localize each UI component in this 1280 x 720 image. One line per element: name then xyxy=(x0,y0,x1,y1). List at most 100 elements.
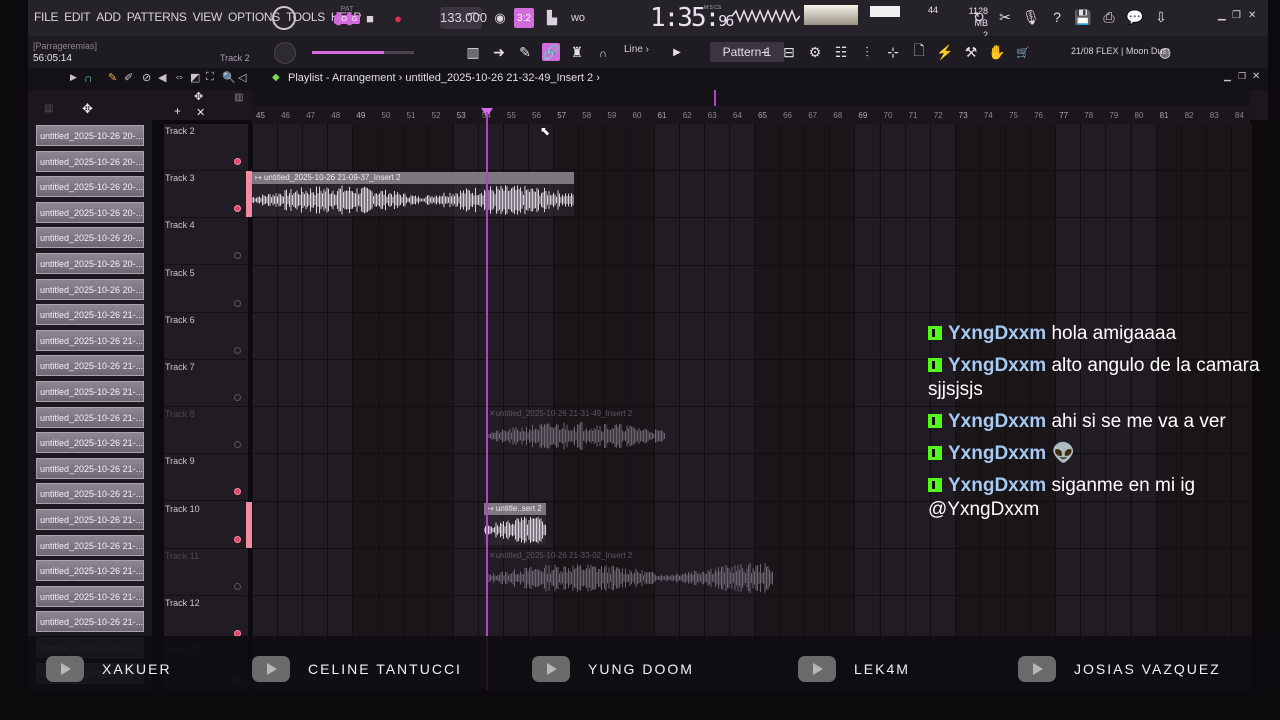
zoom-tool-icon[interactable]: 🔍 xyxy=(222,71,236,84)
maximize-icon[interactable]: ❐ xyxy=(1232,10,1241,21)
add-pattern-icon[interactable]: + xyxy=(756,43,774,61)
download-icon[interactable]: ⇩ xyxy=(1152,8,1170,26)
select-tool-icon[interactable]: ⛶ xyxy=(206,71,214,84)
cart-icon[interactable]: 🛒 xyxy=(1014,43,1032,61)
metronome-icon[interactable]: ⌒ xyxy=(464,8,484,28)
play-arrow-icon[interactable]: ◆ xyxy=(272,72,280,83)
track-enable-icon[interactable] xyxy=(234,535,241,543)
audio-clip[interactable]: ✕untitled_2025-10-26 21-33-02_Insert 2 xyxy=(486,550,774,594)
piano-icon[interactable]: ▥ xyxy=(464,43,482,61)
close-icon[interactable]: ✕ xyxy=(1248,10,1256,21)
add-track-icon[interactable]: + xyxy=(174,104,181,118)
piano-roll-icon[interactable]: ▥ xyxy=(44,103,53,114)
magnet-snap-icon[interactable]: ∩ xyxy=(84,71,93,85)
pencil-icon[interactable]: ✎ xyxy=(516,43,534,61)
track-header[interactable]: Track 11 xyxy=(164,549,246,596)
picker-clip-item[interactable]: untitled_2025-10-26 20-... xyxy=(36,253,144,274)
track-header[interactable]: Track 9 xyxy=(164,454,246,502)
wait-input-icon[interactable]: ◉ xyxy=(490,8,510,28)
track-enable-icon[interactable] xyxy=(234,582,241,590)
track-enable-icon[interactable] xyxy=(234,346,241,354)
brush-tool-icon[interactable]: ✐ xyxy=(124,71,133,84)
menu-view[interactable]: VIEW xyxy=(193,10,223,24)
picker-clip-item[interactable]: untitled_2025-10-26 20-... xyxy=(36,278,144,300)
playlist-overview[interactable] xyxy=(252,90,1250,106)
picker-clip-item[interactable]: untitled_2025-10-26 21-... xyxy=(36,432,144,454)
picker-clip-item[interactable]: untitled_2025-10-26 20-... xyxy=(36,125,144,146)
picker-clip-item[interactable]: untitled_2025-10-26 21-... xyxy=(36,560,144,582)
track-enable-icon[interactable] xyxy=(234,299,241,307)
picker-clip-item[interactable]: untitled_2025-10-26 21-... xyxy=(36,585,144,607)
link-icon[interactable]: 🔗 xyxy=(542,43,560,61)
menu-edit[interactable]: EDIT xyxy=(64,10,90,24)
track-header[interactable]: Track 4 xyxy=(164,218,246,266)
picker-clip-item[interactable]: untitled_2025-10-26 21-... xyxy=(36,509,144,530)
playlist-minimize-icon[interactable]: ▁ xyxy=(1224,71,1231,82)
track-enable-icon[interactable] xyxy=(234,252,241,260)
picker-clip-item[interactable]: untitled_2025-10-26 21-... xyxy=(36,611,144,633)
track-enable-icon[interactable] xyxy=(234,394,241,401)
wrench-icon[interactable]: ⚒ xyxy=(962,43,980,61)
delete-tool-icon[interactable]: ⊘ xyxy=(142,71,151,84)
playlist-maximize-icon[interactable]: ❐ xyxy=(1238,71,1246,82)
play-pattern-icon[interactable]: ▶ xyxy=(668,43,686,61)
menu-file[interactable]: FILE xyxy=(34,10,58,24)
master-pitch-slider[interactable] xyxy=(312,51,384,54)
track-header[interactable]: Track 2 xyxy=(164,124,246,171)
stamp-icon[interactable]: ♜ xyxy=(568,43,586,61)
mixer-icon[interactable]: ⊟ xyxy=(780,43,798,61)
slip-tool-icon[interactable]: ⇔ xyxy=(174,71,185,83)
file-icon[interactable]: 🗋 xyxy=(910,42,928,61)
pause-icon[interactable]: ❚❚ xyxy=(333,8,355,28)
picker-clip-item[interactable]: untitled_2025-10-26 21-... xyxy=(36,329,144,351)
chat-icon[interactable]: 💬 xyxy=(1126,8,1144,26)
audio-clip[interactable]: ↦ untitled_2025-10-26 21-09-37_Insert 2 xyxy=(252,172,574,216)
playhead[interactable] xyxy=(486,112,488,690)
record-icon[interactable]: ● xyxy=(388,8,408,28)
playlist-close-icon[interactable]: ✕ xyxy=(1252,71,1260,82)
picker-clip-item[interactable]: untitled_2025-10-26 21-... xyxy=(36,406,144,428)
picker-clip-item[interactable]: untitled_2025-10-26 21-... xyxy=(36,534,144,556)
blend-notes-icon[interactable]: wᴏ xyxy=(568,8,588,28)
picker-clip-item[interactable]: untitled_2025-10-26 20-... xyxy=(36,150,144,172)
picker-clip-item[interactable]: untitled_2025-10-26 20-... xyxy=(36,176,144,198)
menu-patterns[interactable]: PATTERNS xyxy=(127,10,187,24)
timeline-ruler[interactable]: 4546474849505152535455565758596061626364… xyxy=(252,108,1250,124)
move-icon[interactable]: ✥ xyxy=(82,101,93,117)
track-enable-icon[interactable] xyxy=(234,205,241,213)
pencil-tool-icon[interactable]: ✎ xyxy=(108,71,117,84)
save-icon[interactable]: 💾 xyxy=(1074,8,1092,26)
track-header[interactable]: Track 8 xyxy=(164,407,246,455)
picker-clip-item[interactable]: untitled_2025-10-26 21-... xyxy=(36,304,144,326)
microphone-icon[interactable]: 🎙 xyxy=(1022,8,1040,26)
picker-clip-item[interactable]: untitled_2025-10-26 20-... xyxy=(36,201,144,223)
picker-clip-item[interactable]: untitled_2025-10-26 21-... xyxy=(36,381,144,402)
track-header[interactable]: Track 10 xyxy=(164,501,252,549)
cross-arrows-icon[interactable]: ✥ xyxy=(194,90,203,103)
undo-icon[interactable]: ↻ xyxy=(970,8,988,26)
mini-piano-icon[interactable]: ▥ xyxy=(234,92,243,103)
track-enable-icon[interactable] xyxy=(234,158,241,165)
menu-add[interactable]: ADD xyxy=(96,10,121,24)
track-enable-icon[interactable] xyxy=(234,488,241,496)
picker-clip-item[interactable]: untitled_2025-10-26 21-... xyxy=(36,457,144,479)
slice-tool-icon[interactable]: ◩ xyxy=(190,71,200,84)
minimize-icon[interactable]: ▁ xyxy=(1218,10,1226,21)
expand-arrow-icon[interactable]: ▶ xyxy=(70,72,77,83)
audio-clip[interactable]: ✕untitled_2025-10-26 21-31-49_Insert 2 xyxy=(486,408,666,452)
picker-clip-item[interactable]: untitled_2025-10-26 20-... xyxy=(36,227,144,249)
magnet-icon[interactable]: ∩ xyxy=(594,45,612,63)
browser-icon[interactable]: ⫶ xyxy=(858,43,876,61)
picker-clip-item[interactable]: untitled_2025-10-26 21-... xyxy=(36,483,144,505)
hand-icon[interactable]: ✋ xyxy=(988,43,1006,61)
picker-clip-item[interactable]: untitled_2025-10-26 21-... xyxy=(36,355,144,377)
help-icon[interactable]: ? xyxy=(1048,8,1066,26)
step-edit-icon[interactable]: ▙ xyxy=(542,8,562,28)
countdown-icon[interactable]: 3:2 xyxy=(514,8,534,28)
plugin-icon[interactable]: ⊹ xyxy=(884,43,902,61)
playback-tool-icon[interactable]: ◁ xyxy=(238,71,246,84)
channel-rack-icon[interactable]: ⚙ xyxy=(806,43,824,61)
track-header[interactable]: Track 6 xyxy=(164,313,246,360)
remove-icon[interactable]: ✕ xyxy=(196,106,205,119)
playlist-icon[interactable]: ☷ xyxy=(832,43,850,61)
